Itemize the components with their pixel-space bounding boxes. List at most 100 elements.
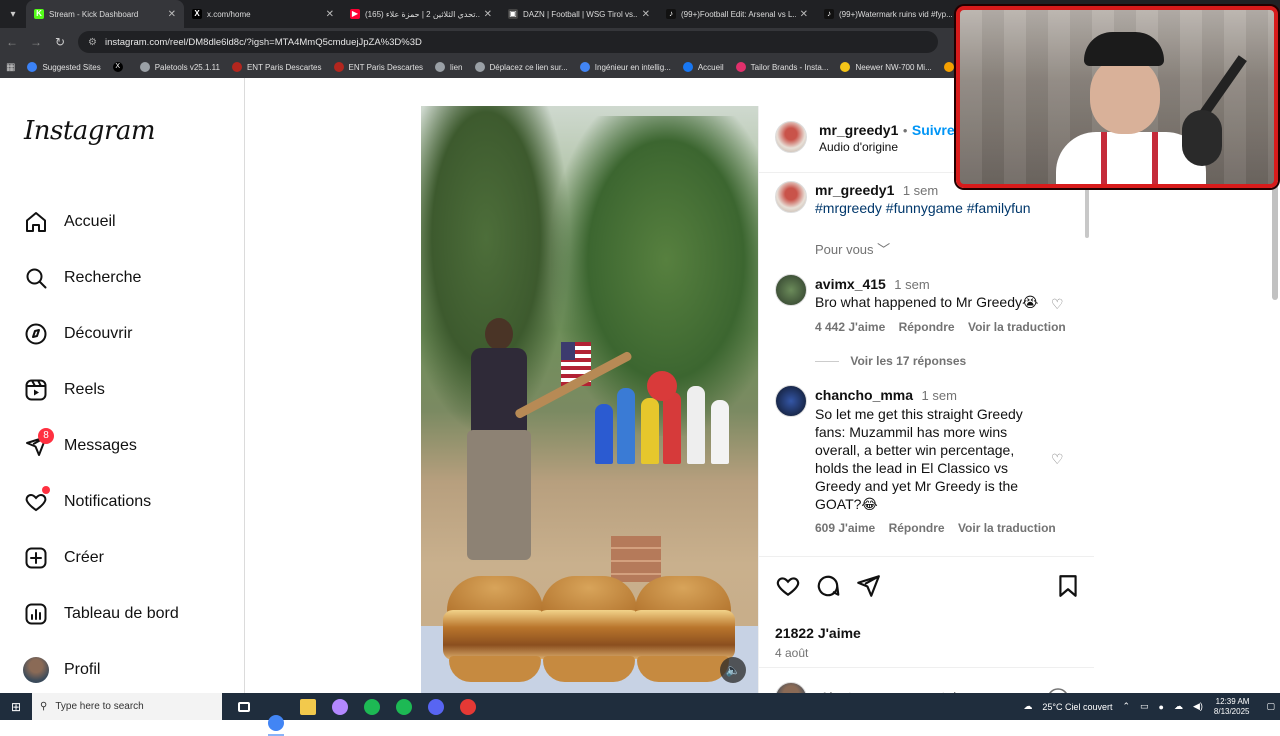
browser-tab[interactable]: Xx.com/home ✕ (184, 0, 342, 28)
site-info-icon[interactable]: ⚙ (88, 37, 97, 48)
reload-icon[interactable]: ↻ (48, 30, 72, 54)
bookmark-item[interactable]: Neewer NW-700 Mi... (840, 62, 932, 72)
browser-tab[interactable]: K Stream - Kick Dashboard ✕ (26, 0, 184, 28)
browser-tab[interactable]: ♪ (99+)Football Edit: Arsenal vs L... ✕ (658, 0, 816, 28)
comment-like-heart-icon[interactable]: ♡ (1051, 451, 1067, 467)
file-explorer-glyph (300, 698, 316, 715)
unread-badge: 8 (38, 428, 54, 444)
instagram-logo[interactable]: Instagram (24, 116, 156, 146)
bookmark-item[interactable]: Déplacez ce lien sur... (474, 62, 568, 72)
video-burger (537, 576, 641, 686)
sidebar-item-reels[interactable]: Reels (22, 362, 179, 418)
bookmark-item[interactable]: Ingénieur en intellig... (579, 62, 671, 72)
reply-button[interactable]: Répondre (899, 320, 955, 334)
sidebar-item-accueil[interactable]: Accueil (22, 194, 179, 250)
back-icon[interactable]: ← (0, 30, 24, 54)
messenger-icon: 8 (22, 428, 54, 460)
windows-taskbar: ⊞ ⚲ Type here to search ☁ 25°C Ciel couv… (0, 693, 1280, 736)
discord-icon[interactable] (420, 693, 452, 720)
speaker-icon[interactable]: 🔈 (720, 657, 746, 683)
browser-tab[interactable]: ▶ (165) تحدي الثلاثين 2 | حمزة علاء... ✕ (342, 0, 500, 28)
avatar (22, 656, 50, 684)
translate-link[interactable]: Voir la traduction (968, 320, 1066, 334)
windows-start-icon[interactable]: ⊞ (0, 693, 32, 720)
notification-icon[interactable]: ▢ (1266, 701, 1275, 712)
comment-time: 1 sem (894, 277, 930, 292)
bookmark-item[interactable]: Paletools v25.1.11 (139, 62, 220, 72)
comment-likes[interactable]: 609 J'aime (815, 521, 875, 535)
volume-icon[interactable]: ◀) (1193, 701, 1203, 712)
bookmark-item[interactable]: Suggested Sites (27, 62, 101, 72)
comment-likes[interactable]: 4 442 J'aime (815, 320, 885, 334)
chrome-icon[interactable] (260, 709, 292, 736)
bookmark-item[interactable]: Accueil (682, 62, 724, 72)
bookmark-favicon-icon (333, 62, 344, 72)
app-purple-icon[interactable] (324, 693, 356, 720)
like-count[interactable]: 21822 J'aime (775, 625, 861, 641)
sidebar-item-recherche[interactable]: Recherche (22, 250, 179, 306)
bookmark-item[interactable]: ENT Paris Descartes (231, 62, 322, 72)
spotify-icon[interactable] (388, 693, 420, 720)
forward-icon[interactable]: → (24, 30, 48, 54)
sidebar-item-tableau-de-bord[interactable]: Tableau de bord (22, 586, 179, 642)
audio-label[interactable]: Audio d'origine (819, 140, 898, 154)
comment-username[interactable]: chancho_mma (815, 387, 913, 403)
sidebar-item-messages[interactable]: 8 Messages (22, 418, 179, 474)
sidebar-item-notifications[interactable]: Notifications (22, 474, 179, 530)
comment-avatar[interactable] (775, 385, 807, 417)
bookmark-save-icon[interactable] (1055, 573, 1081, 599)
caption-username[interactable]: mr_greedy1 (815, 182, 894, 198)
tab-close-icon[interactable]: ✕ (642, 9, 650, 20)
cloud-icon[interactable]: ☁ (1174, 701, 1183, 712)
comment-bubble-icon[interactable] (815, 573, 841, 599)
reel-video[interactable]: 🔈 (421, 106, 758, 693)
comment-like-heart-icon[interactable]: ♡ (1051, 296, 1067, 312)
microphone-icon[interactable]: ● (1159, 702, 1164, 712)
bookmark-item[interactable]: Tailor Brands - Insta... (735, 62, 828, 72)
caption-hashtags[interactable]: #mrgreedy #funnygame #familyfun (815, 200, 1031, 216)
sidebar-item-label: Accueil (64, 213, 116, 230)
tab-close-icon[interactable]: ✕ (326, 9, 334, 20)
app-green-icon[interactable] (356, 693, 388, 720)
share-send-icon[interactable] (855, 573, 881, 599)
comments-scrollbar[interactable] (1085, 188, 1089, 238)
comment-username[interactable]: avimx_415 (815, 276, 886, 292)
address-bar[interactable]: ⚙ instagram.com/reel/DM8dle6ld8c/?igsh=M… (78, 31, 938, 53)
tab-search-icon[interactable]: ▾ (0, 0, 26, 28)
reply-button[interactable]: Répondre (889, 521, 945, 535)
sidebar-item-créer[interactable]: Créer (22, 530, 179, 586)
bookmark-item[interactable]: ENT Paris Descartes (333, 62, 423, 72)
app-red-icon[interactable] (452, 693, 484, 720)
bookmark-item[interactable]: lien (435, 62, 463, 72)
sidebar-item-label: Tableau de bord (64, 605, 179, 622)
clock[interactable]: 12:39 AM 8/13/2025 (1214, 697, 1250, 717)
apps-grid-icon[interactable]: ▦ (6, 62, 15, 73)
sidebar-item-découvrir[interactable]: Découvrir (22, 306, 179, 362)
browser-tab[interactable]: ▣ DAZN | Football | WSG Tirol vs... ✕ (500, 0, 658, 28)
browser-tab[interactable]: ♪(99+)Watermark ruins vid #fyp...✕ (816, 0, 974, 28)
file-explorer-icon[interactable] (292, 693, 324, 720)
view-replies-link[interactable]: Voir les 17 réponses (850, 354, 966, 368)
translate-link[interactable]: Voir la traduction (958, 521, 1056, 535)
comment-avatar[interactable] (775, 274, 807, 306)
task-view-icon[interactable] (228, 693, 260, 720)
tab-close-icon[interactable]: ✕ (800, 9, 808, 20)
bookmark-item[interactable]: X (112, 62, 128, 72)
taskbar-search-placeholder: Type here to search (55, 701, 144, 712)
author-username[interactable]: mr_greedy1 (819, 122, 898, 138)
taskbar-search[interactable]: ⚲ Type here to search (32, 693, 222, 720)
author-avatar[interactable] (775, 121, 807, 153)
for-you-dropdown[interactable]: Pour vous ﹀ (815, 239, 890, 258)
chevron-up-icon[interactable]: ⌃ (1122, 701, 1130, 712)
sidebar-item-profil[interactable]: Profil (22, 642, 179, 698)
like-heart-icon[interactable] (775, 573, 801, 599)
network-icon[interactable]: ▭ (1140, 701, 1149, 712)
tab-close-icon[interactable]: ✕ (168, 9, 176, 20)
weather-text[interactable]: 25°C Ciel couvert (1042, 702, 1112, 712)
follow-button[interactable]: Suivre (912, 122, 955, 138)
weather-icon[interactable]: ☁ (1023, 701, 1032, 712)
chevron-down-icon: ﹀ (877, 242, 891, 257)
app-green-glyph (364, 698, 380, 715)
caption-avatar[interactable] (775, 181, 807, 213)
tab-close-icon[interactable]: ✕ (484, 9, 492, 20)
